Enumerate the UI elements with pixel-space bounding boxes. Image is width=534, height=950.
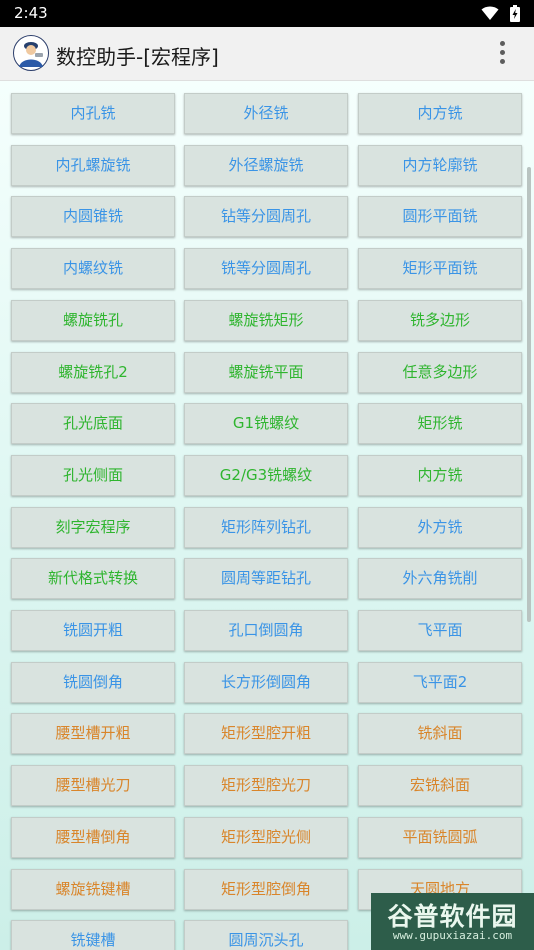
macro-button[interactable]: 矩形阵列钻孔 [184,507,348,548]
macro-button[interactable]: 外径铣 [184,93,348,134]
macro-button[interactable]: 任意多边形 [358,352,522,393]
macro-button[interactable]: 长方形倒圆角 [184,662,348,703]
macro-button[interactable]: 孔光底面 [11,403,175,444]
macro-button[interactable]: 新代格式转换 [11,558,175,599]
macro-button[interactable]: 内孔螺旋铣 [11,145,175,186]
macro-button[interactable]: 内方铣 [358,93,522,134]
app-title: 数控助手-[宏程序] [56,45,219,69]
machinist-avatar-icon[interactable] [13,35,49,71]
macro-button[interactable]: 螺旋铣孔2 [11,352,175,393]
overflow-menu-icon[interactable] [490,41,514,67]
macro-button[interactable]: 铣多边形 [358,300,522,341]
macro-button[interactable]: 外六角铣削 [358,558,522,599]
macro-button[interactable]: 圆形平面铣 [358,196,522,237]
macro-program-list[interactable]: 内孔铣 外径铣 内方铣 内孔螺旋铣 外径螺旋铣 内方轮廓铣 内圆锥铣 钻等分圆周孔 圆形平面铣内… [0,81,534,950]
macro-button[interactable]: 铣斜面 [358,713,522,754]
macro-button[interactable]: 腰型槽倒角 [11,817,175,858]
watermark-text: 谷普软件园 [387,902,518,931]
macro-button[interactable]: 铣圆开粗 [11,610,175,651]
macro-button[interactable]: 圆周等距钻孔 [184,558,348,599]
macro-button[interactable]: 铣圆倒角 [11,662,175,703]
macro-button[interactable]: 螺旋铣孔 [11,300,175,341]
macro-button[interactable]: G1铣螺纹 [184,403,348,444]
macro-button[interactable]: 内圆锥铣 [11,196,175,237]
macro-button[interactable]: 外径螺旋铣 [184,145,348,186]
macro-button[interactable]: 螺旋铣平面 [184,352,348,393]
watermark-url: www.gupuxiazai.com [392,929,513,942]
status-bar: 2:43 [0,0,534,27]
scrollbar[interactable] [527,167,531,622]
macro-button[interactable]: 宏铣斜面 [358,765,522,806]
macro-button[interactable]: 矩形型腔光刀 [184,765,348,806]
app-bar: 数控助手-[宏程序] [0,27,534,81]
status-time: 2:43 [14,4,48,22]
battery-charging-icon [510,5,520,22]
macro-button[interactable]: 矩形型腔开粗 [184,713,348,754]
macro-button[interactable]: 飞平面 [358,610,522,651]
macro-button[interactable]: 内方轮廓铣 [358,145,522,186]
macro-button[interactable]: 刻字宏程序 [11,507,175,548]
macro-button[interactable]: 飞平面2 [358,662,522,703]
macro-button[interactable]: 内方铣 [358,455,522,496]
macro-button[interactable]: 矩形型腔光侧 [184,817,348,858]
macro-button[interactable]: 矩形平面铣 [358,248,522,289]
macro-button[interactable]: 腰型槽开粗 [11,713,175,754]
macro-button[interactable]: 螺旋铣键槽 [11,869,175,910]
macro-button[interactable]: 矩形铣 [358,403,522,444]
macro-button[interactable]: 孔光侧面 [11,455,175,496]
macro-button[interactable]: 内孔铣 [11,93,175,134]
macro-button[interactable]: G2/G3铣螺纹 [184,455,348,496]
macro-button[interactable]: 钻等分圆周孔 [184,196,348,237]
macro-button[interactable]: 平面铣圆弧 [358,817,522,858]
macro-button[interactable]: 外方铣 [358,507,522,548]
macro-button[interactable]: 铣键槽 [11,920,175,950]
status-icons [475,5,520,23]
wifi-icon [481,6,499,20]
macro-button[interactable]: 螺旋铣矩形 [184,300,348,341]
watermark: 谷普软件园 www.gupuxiazai.com [371,893,534,950]
macro-button[interactable]: 腰型槽光刀 [11,765,175,806]
macro-button[interactable]: 圆周沉头孔 [184,920,348,950]
macro-button[interactable]: 矩形型腔倒角 [184,869,348,910]
macro-button[interactable]: 内螺纹铣 [11,248,175,289]
macro-button[interactable]: 铣等分圆周孔 [184,248,348,289]
macro-button[interactable]: 孔口倒圆角 [184,610,348,651]
